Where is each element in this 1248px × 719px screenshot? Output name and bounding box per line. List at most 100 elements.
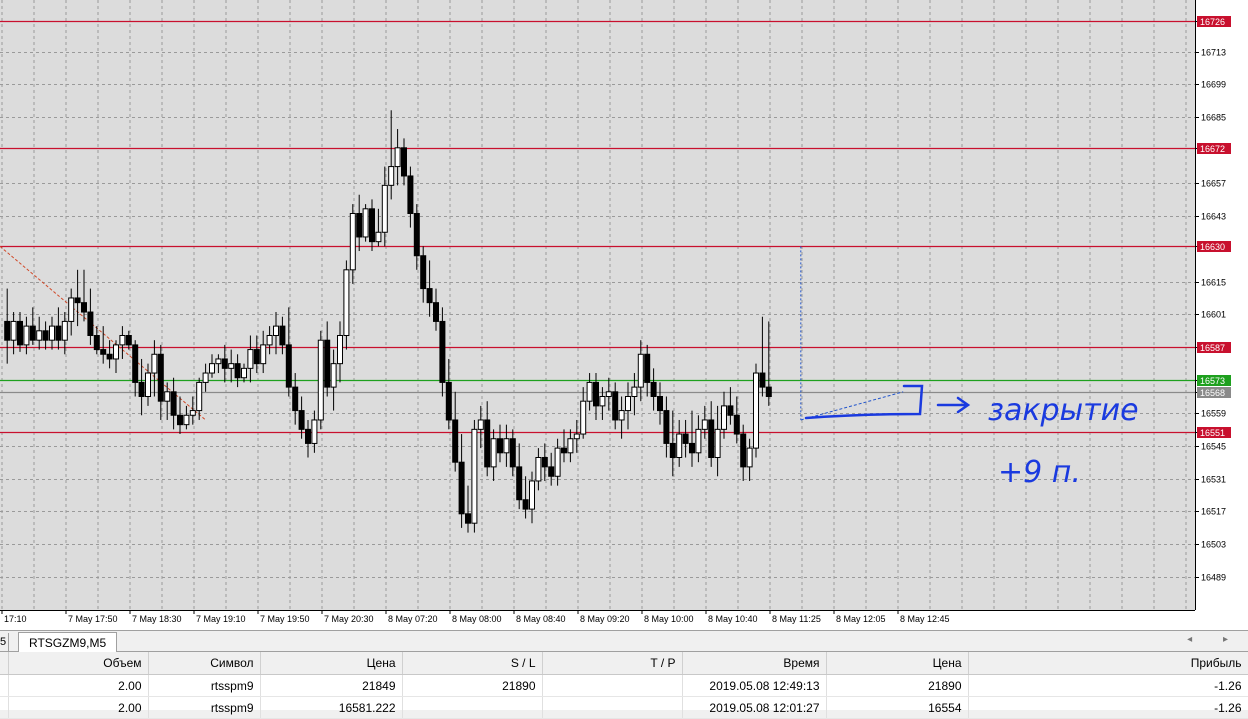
candle-down — [657, 396, 663, 412]
candle-up — [573, 433, 580, 440]
col-header-volume[interactable]: Объем — [8, 652, 149, 675]
cell-select[interactable] — [0, 696, 9, 719]
price-tick-label: 16489 — [1201, 573, 1226, 583]
candle-up — [586, 381, 593, 402]
candle-down — [458, 461, 465, 515]
chart-tab-bar: 5 RTSGZM9,M5 ◂ ▸ — [0, 630, 1248, 653]
level-price-label: 16551 — [1200, 428, 1225, 438]
level-price-label: 16587 — [1200, 343, 1225, 353]
candle-up — [113, 344, 119, 360]
cell-select[interactable] — [0, 674, 9, 697]
candle-down — [593, 381, 599, 407]
annotation-text: закрытие — [988, 393, 1139, 428]
price-tick-label: 16615 — [1201, 278, 1226, 288]
candle-down — [170, 391, 177, 416]
candle-down — [285, 344, 292, 388]
level-price-label: 16573 — [1200, 376, 1225, 386]
candle-up — [471, 428, 478, 524]
candle-up — [196, 381, 203, 412]
orders-panel: Объем Символ Цена S / L T / P Время Цена… — [0, 652, 1248, 719]
candle-up — [529, 480, 535, 510]
candle-up — [317, 339, 324, 421]
time-tick-label: 8 May 12:05 — [836, 614, 886, 624]
candle-up — [362, 208, 369, 238]
candle-up — [746, 447, 753, 468]
candle-down — [221, 358, 228, 369]
candle-up — [701, 419, 708, 430]
candle-down — [420, 255, 427, 290]
col-header-time[interactable]: Время — [682, 652, 827, 675]
candle-down — [426, 288, 433, 304]
price-chart[interactable]: 16713 16699 16685 16657 16643 16615 16601 16559… — [0, 0, 1248, 630]
candle-down — [548, 466, 555, 477]
price-tick-label: 16713 — [1201, 48, 1226, 58]
candle-up — [753, 372, 759, 449]
tab-stub[interactable]: 5 — [0, 633, 9, 651]
time-tick-label: 7 May 20:30 — [324, 614, 374, 624]
candle-up — [637, 353, 644, 388]
price-tick-label: 16699 — [1201, 80, 1226, 90]
candle-down — [689, 442, 695, 454]
candle-up — [311, 419, 318, 444]
candle-down — [759, 372, 766, 388]
candle-up — [119, 335, 126, 346]
cell-profit: -1.26 — [968, 696, 1248, 719]
col-header-select[interactable] — [0, 652, 9, 675]
candle-down — [157, 353, 164, 402]
candle-down — [407, 175, 414, 214]
col-header-profit[interactable]: Прибыль — [968, 652, 1248, 675]
candle-down — [29, 325, 36, 341]
chart-canvas[interactable]: 16713 16699 16685 16657 16643 16615 16601 16559… — [0, 0, 1248, 630]
orders-header-row: Объем Символ Цена S / L T / P Время Цена… — [0, 652, 1248, 675]
time-tick-label: 8 May 09:20 — [580, 614, 630, 624]
candle-down — [74, 297, 81, 304]
annotation-text: +9 п. — [998, 455, 1081, 490]
time-tick-label: 8 May 08:00 — [452, 614, 502, 624]
time-tick-label: 8 May 10:00 — [644, 614, 694, 624]
tab-rtsgzm9-m5[interactable]: RTSGZM9,M5 — [18, 632, 118, 653]
candle-up — [23, 325, 30, 346]
time-tick-label: 7 May 18:30 — [132, 614, 182, 624]
candle-up — [503, 438, 510, 454]
candle-down — [445, 381, 452, 421]
candle-down — [93, 335, 100, 351]
candle-up — [721, 405, 727, 430]
cell-stop-loss: 21890 — [402, 674, 543, 697]
candle-up — [599, 396, 606, 407]
candle-down — [484, 419, 491, 468]
time-tick-label: 8 May 12:45 — [900, 614, 950, 624]
candle-down — [465, 513, 471, 524]
cell-stop-loss — [402, 696, 543, 719]
order-row[interactable]: 2.00 rtsspm9 21849 21890 2019.05.08 12:4… — [0, 674, 1248, 697]
col-header-current-price[interactable]: Цена — [826, 652, 969, 675]
candle-up — [260, 344, 267, 365]
tab-scroll-arrows-icon[interactable]: ◂ ▸ — [1187, 634, 1242, 645]
candle-up — [349, 213, 356, 271]
col-header-take-profit[interactable]: T / P — [542, 652, 683, 675]
order-row[interactable]: 2.00 rtsspm9 16581.222 2019.05.08 12:01:… — [0, 696, 1248, 719]
candle-down — [177, 414, 183, 426]
col-header-symbol[interactable]: Символ — [148, 652, 261, 675]
candle-up — [343, 269, 350, 336]
level-price-label: 16672 — [1200, 144, 1225, 154]
candle-down — [132, 344, 139, 383]
candle-down — [650, 381, 657, 397]
candle-down — [305, 428, 311, 444]
candle-down — [516, 466, 523, 501]
candle-down — [42, 330, 49, 341]
candle-down — [669, 442, 676, 458]
candle-down — [292, 386, 299, 412]
col-header-stop-loss[interactable]: S / L — [402, 652, 543, 675]
candle-down — [4, 320, 11, 341]
price-tick-label: 16559 — [1201, 409, 1226, 419]
candle-down — [253, 349, 260, 365]
candle-up — [477, 419, 484, 430]
candle-down — [522, 499, 529, 510]
candle-down — [452, 419, 459, 463]
cell-symbol: rtsspm9 — [148, 696, 261, 719]
candle-down — [100, 349, 107, 355]
cell-time: 2019.05.08 12:01:27 — [682, 696, 827, 719]
col-header-price[interactable]: Цена — [260, 652, 403, 675]
price-tick-label: 16657 — [1201, 179, 1226, 189]
candle-down — [413, 213, 420, 257]
